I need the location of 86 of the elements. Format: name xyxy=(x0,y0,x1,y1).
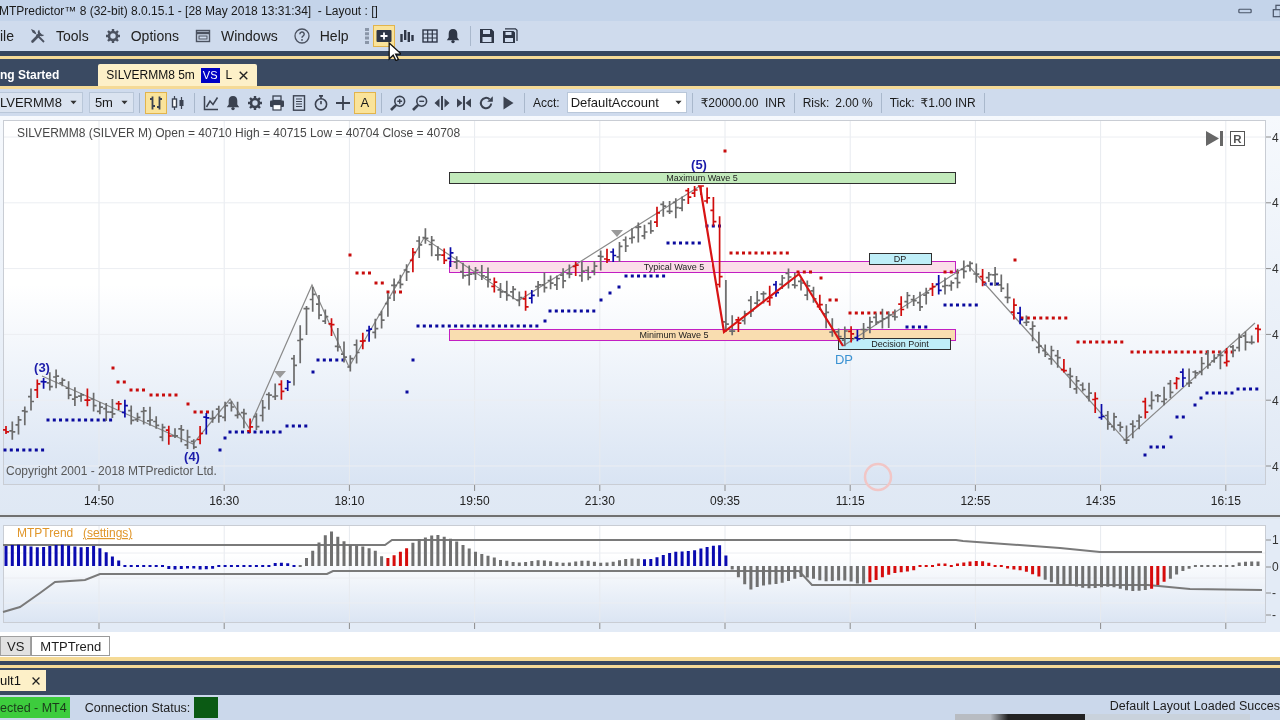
price-axis-label: 4 xyxy=(1272,459,1279,474)
go-to-end-icon[interactable] xyxy=(1206,131,1223,146)
document-icon xyxy=(290,94,307,111)
menu-item[interactable]: ile xyxy=(0,24,22,48)
chart-tool-button[interactable] xyxy=(144,91,167,114)
click-ring-icon xyxy=(863,462,893,492)
close-icon[interactable] xyxy=(30,675,41,686)
arrows-inward-icon xyxy=(455,94,472,111)
cursor-icon xyxy=(388,42,401,61)
close-icon[interactable] xyxy=(238,69,250,81)
risk-value: 2.00 % xyxy=(834,95,874,110)
help-icon xyxy=(293,28,310,44)
tick-label: Tick: xyxy=(888,95,916,110)
document-tab[interactable]: ng Started xyxy=(0,64,68,86)
candlestick-icon xyxy=(169,94,186,111)
status-message: Default Layout Loaded Succes xyxy=(1109,698,1280,713)
price-axis-label: 4 xyxy=(1272,196,1279,211)
menu-item[interactable]: Options xyxy=(96,24,187,48)
copyright-text: Copyright 2001 - 2018 MTPredictor Ltd. xyxy=(6,464,217,478)
settings-icon xyxy=(246,94,263,111)
panel-tab[interactable]: VS xyxy=(0,636,32,656)
arrows-outward-icon xyxy=(433,94,450,111)
zoom-out-icon xyxy=(411,94,428,111)
gear-icon xyxy=(104,28,121,44)
refresh-icon xyxy=(477,94,494,111)
time-axis-label: 12:55 xyxy=(960,494,991,508)
wave-label: (3) xyxy=(34,360,50,375)
symbol-dropdown[interactable]: LVERMM8 xyxy=(0,92,83,113)
window-icon xyxy=(194,28,211,44)
panel-tab[interactable]: MTPTrend xyxy=(31,636,111,656)
stopwatch-icon xyxy=(312,94,329,111)
bell-icon xyxy=(224,94,241,111)
menu-item[interactable]: Help xyxy=(285,24,357,48)
menu-item[interactable]: Tools xyxy=(22,24,97,48)
document-tab[interactable]: SILVERMM8 5m VS L xyxy=(98,64,258,86)
connection-state: ected - MT4 xyxy=(0,697,70,718)
indicator-axis-label: - xyxy=(1272,586,1276,600)
indicator-axis-label: 1 xyxy=(1272,533,1279,547)
time-axis-label: 16:15 xyxy=(1210,494,1241,508)
add-chart-icon xyxy=(375,28,392,44)
wave-label: (4) xyxy=(184,449,200,464)
layout-tab[interactable]: ult1 xyxy=(0,670,46,691)
time-axis-label: 09:35 xyxy=(710,494,740,508)
time-axis-label: 11:15 xyxy=(835,494,865,508)
toolbar-button[interactable] xyxy=(372,25,395,47)
time-axis-label: 19:50 xyxy=(459,494,490,508)
plus-icon xyxy=(334,94,351,111)
time-axis-label: 21:30 xyxy=(584,494,615,508)
indicator-axis-label: 0 xyxy=(1272,560,1279,574)
reset-button[interactable]: R xyxy=(1230,131,1245,146)
menu-item[interactable]: Windows xyxy=(186,24,286,48)
caret-icon xyxy=(120,99,128,106)
time-axis-label: 14:35 xyxy=(1085,494,1116,508)
line-chart-icon xyxy=(202,94,219,111)
ohlc-bars-icon xyxy=(147,94,164,111)
status-light-icon xyxy=(194,697,219,718)
connection-status-label: Connection Status: xyxy=(84,700,191,715)
price-axis-label: 4 xyxy=(1272,327,1279,342)
indicator-axis-label: - xyxy=(1272,608,1276,622)
account-label: Acct: xyxy=(531,95,561,110)
bar-chart-icon xyxy=(398,28,415,44)
account-dropdown[interactable]: DefaultAccount xyxy=(566,92,687,113)
indicator-title: MTPTrend xyxy=(17,526,74,540)
timeframe-dropdown[interactable]: 5m xyxy=(88,92,134,113)
price-axis-label: 4 xyxy=(1272,262,1279,277)
printer-icon xyxy=(268,94,285,111)
risk-label: Risk: xyxy=(801,95,831,110)
tick-value: ₹1.00 INR xyxy=(919,95,977,110)
wrench-icon xyxy=(30,28,46,44)
zoom-in-icon xyxy=(389,94,406,111)
table-icon xyxy=(421,28,438,44)
price-axis-label: 4 xyxy=(1272,130,1279,145)
time-axis-label: 16:30 xyxy=(209,494,240,508)
price-axis-label: 4 xyxy=(1272,393,1279,408)
caret-icon xyxy=(674,99,682,106)
time-axis-label: 18:10 xyxy=(334,494,365,508)
balance-value: ₹20000.00 INR xyxy=(699,95,787,110)
save-icon xyxy=(478,28,495,44)
save-all-icon xyxy=(501,28,518,44)
chart-title: SILVERMM8 (SILVER M) Open = 40710 High = 40715 Low = 40704 Close = 40708 xyxy=(17,126,461,140)
text-tool-button[interactable]: A xyxy=(353,91,376,114)
grip-icon xyxy=(364,28,369,44)
caret-icon xyxy=(69,99,77,106)
window-title: MTPredictor™ 8 (32-bit) 8.0.15.1 - [28 May 2018 13:31:34] - Layout : [] xyxy=(0,3,378,18)
bell-icon xyxy=(444,28,461,44)
time-axis-label: 14:50 xyxy=(84,494,114,508)
